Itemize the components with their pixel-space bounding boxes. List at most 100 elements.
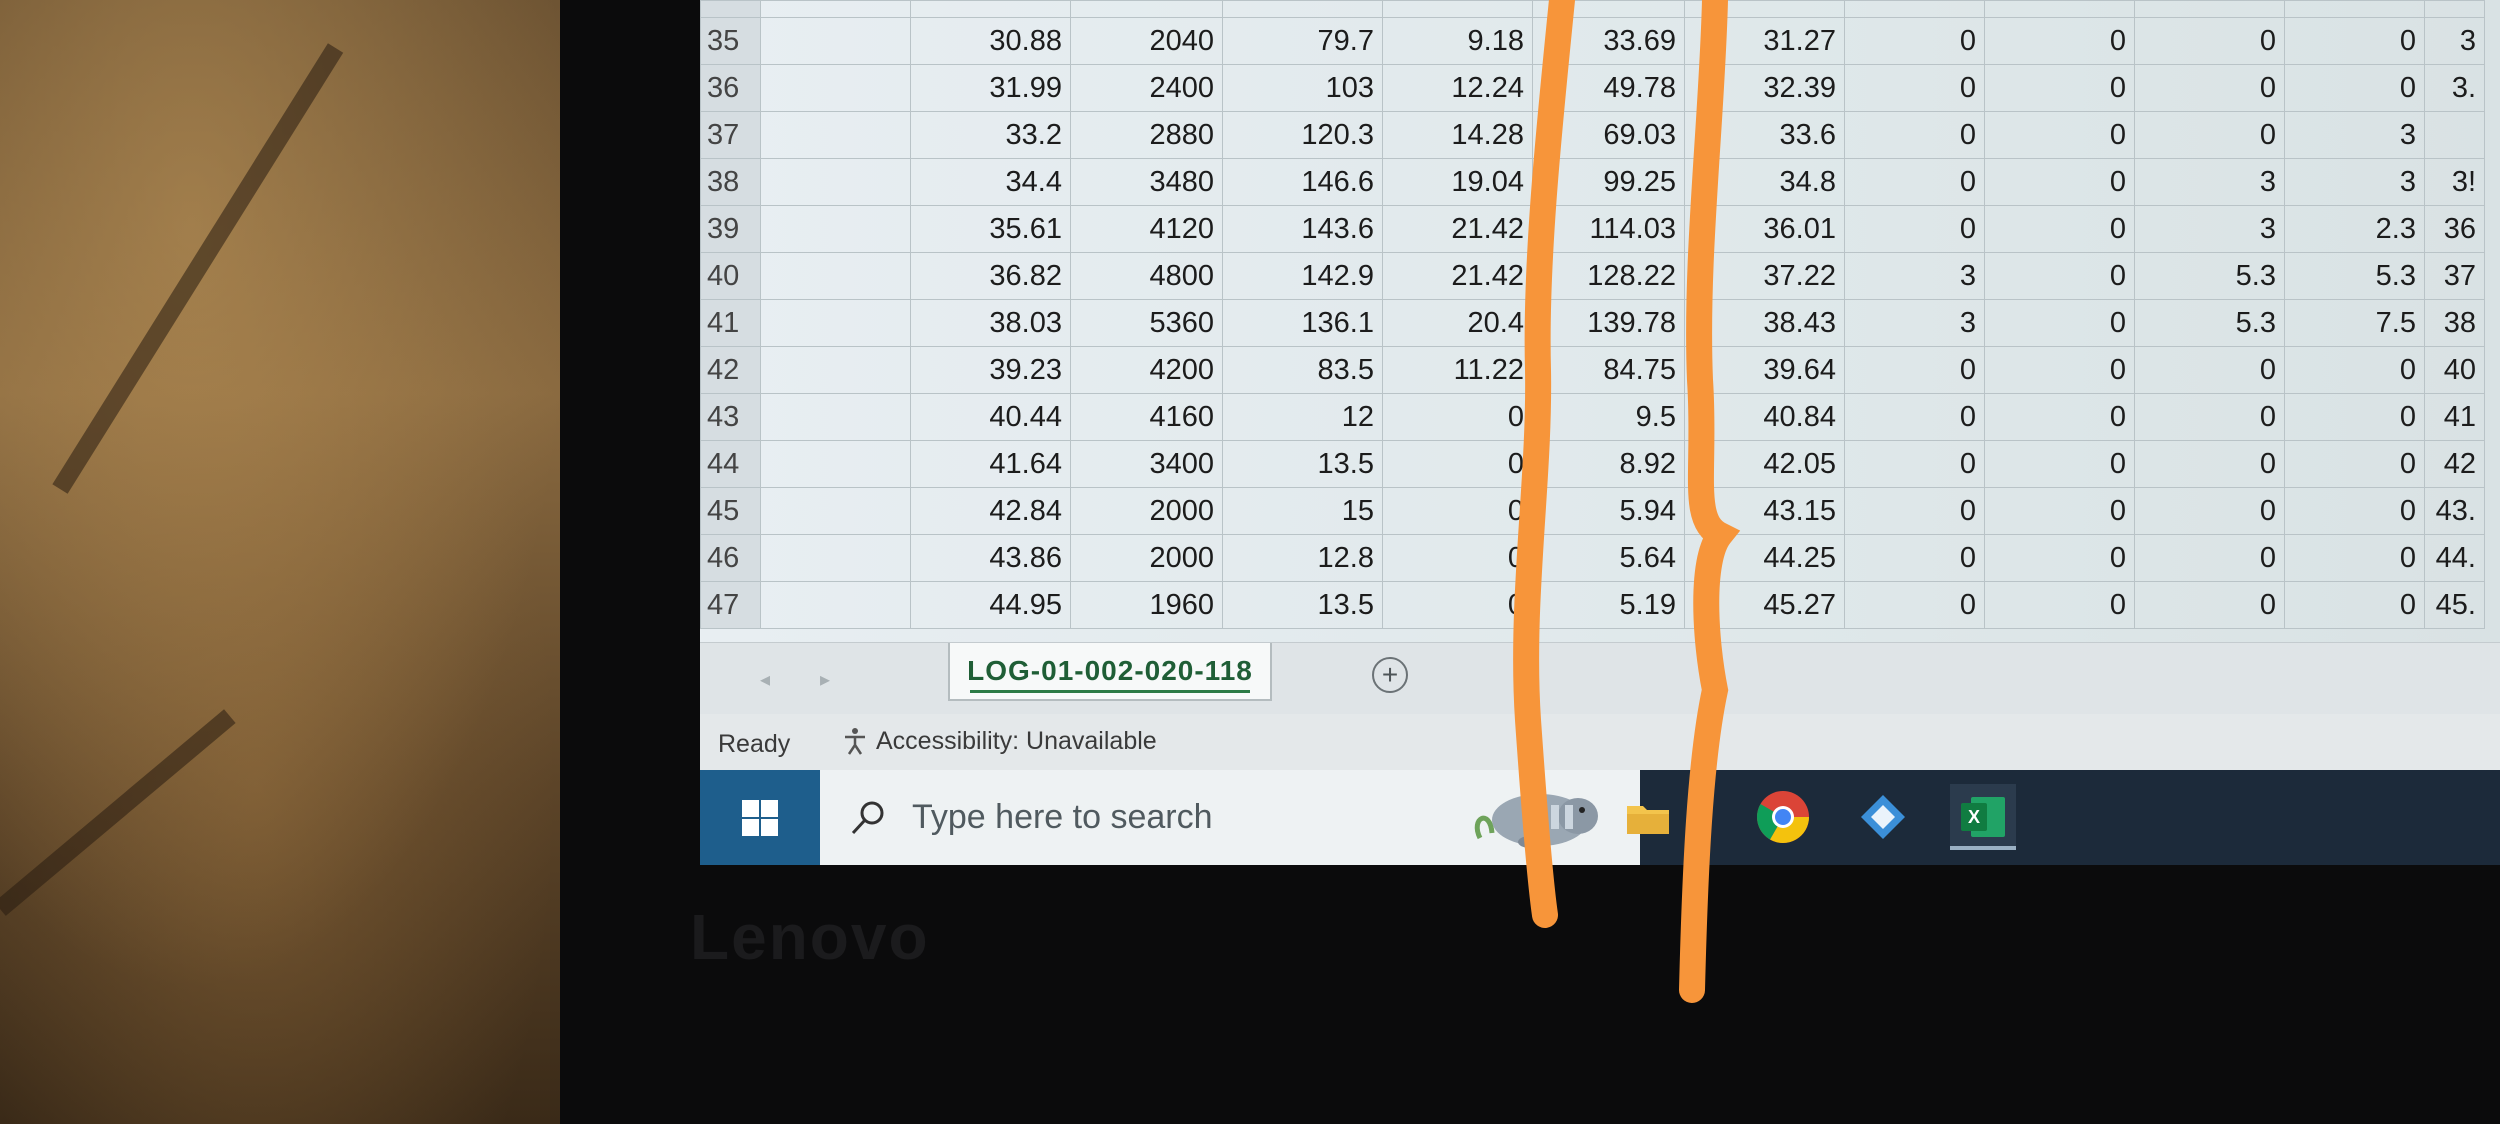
grid-cell[interactable] <box>910 0 1071 18</box>
grid-cell[interactable] <box>760 346 911 394</box>
grid-cell[interactable]: 0 <box>2134 581 2285 629</box>
grid-cell[interactable]: 12.8 <box>1222 534 1383 582</box>
grid-cell[interactable]: 3 <box>2134 158 2285 206</box>
grid-cell[interactable]: 0 <box>2134 17 2285 65</box>
grid-cell[interactable]: 3 <box>2284 158 2425 206</box>
grid-cell[interactable]: 0 <box>1984 440 2135 488</box>
grid-cell[interactable]: 49.78 <box>1532 64 1685 112</box>
grid-cell[interactable] <box>2134 0 2285 18</box>
grid-cell[interactable]: 41 <box>2424 393 2485 441</box>
table-row[interactable]: 40 36.82 4800 142.9 21.42 128.22 37.22 3 0 5.3 5.3… <box>700 252 2485 300</box>
table-row[interactable]: 41 38.03 5360 136.1 20.4 139.78 38.43 3 0 5.3 7.5 3… <box>700 299 2485 347</box>
grid-cell[interactable]: 5.94 <box>1532 487 1685 535</box>
grid-cell[interactable]: 0 <box>2134 534 2285 582</box>
row-header[interactable]: 35 <box>700 17 761 65</box>
row-header[interactable]: 39 <box>700 205 761 253</box>
grid-cell[interactable]: 146.6 <box>1222 158 1383 206</box>
grid-cell[interactable]: 84.75 <box>1532 346 1685 394</box>
grid-cell[interactable]: 5.19 <box>1532 581 1685 629</box>
grid-cell[interactable]: 13.5 <box>1222 440 1383 488</box>
grid-cell[interactable]: 43.86 <box>910 534 1071 582</box>
grid-cell[interactable]: 3480 <box>1070 158 1223 206</box>
grid-cell[interactable]: 39.64 <box>1684 346 1845 394</box>
cortana-button[interactable] <box>1850 784 1916 850</box>
grid-cell[interactable] <box>760 17 911 65</box>
grid-cell[interactable]: 69.03 <box>1532 111 1685 159</box>
grid-cell[interactable]: 5.3 <box>2284 252 2425 300</box>
grid-cell[interactable]: 4120 <box>1070 205 1223 253</box>
start-button[interactable] <box>700 770 820 865</box>
row-header[interactable]: 42 <box>700 346 761 394</box>
grid-cell[interactable] <box>1532 0 1685 18</box>
grid-cell[interactable]: 44.95 <box>910 581 1071 629</box>
grid-cell[interactable]: 3! <box>2424 158 2485 206</box>
grid-cell[interactable]: 5.64 <box>1532 534 1685 582</box>
table-row[interactable]: 38 34.4 3480 146.6 19.04 99.25 34.8 0 0 3 3 3! <box>700 158 2485 206</box>
grid-cell[interactable]: 0 <box>1844 158 1985 206</box>
row-header[interactable]: 36 <box>700 64 761 112</box>
grid-cell[interactable] <box>760 393 911 441</box>
spreadsheet-table[interactable]: 35 30.88 2040 79.7 9.18 33.69 31.27 0 0 0 0 3 36 31.9… <box>700 0 2485 629</box>
grid-cell[interactable]: 38.03 <box>910 299 1071 347</box>
grid-cell[interactable]: 0 <box>1844 17 1985 65</box>
table-row[interactable]: 47 44.95 1960 13.5 0 5.19 45.27 0 0 0 0 45. <box>700 581 2485 629</box>
task-view-button[interactable] <box>1530 784 1596 850</box>
grid-cell[interactable]: 33.2 <box>910 111 1071 159</box>
grid-cell[interactable]: 32.39 <box>1684 64 1845 112</box>
grid-cell[interactable]: 0 <box>2284 487 2425 535</box>
grid-cell[interactable]: 0 <box>1984 111 2135 159</box>
grid-cell[interactable]: 13.5 <box>1222 581 1383 629</box>
grid-cell[interactable] <box>760 487 911 535</box>
grid-cell[interactable]: 0 <box>1984 534 2135 582</box>
grid-cell[interactable] <box>760 252 911 300</box>
grid-cell[interactable] <box>760 111 911 159</box>
table-row[interactable]: 39 35.61 4120 143.6 21.42 114.03 36.01 0 0 3 2.3 36 <box>700 205 2485 253</box>
grid-cell[interactable]: 0 <box>1984 64 2135 112</box>
grid-cell[interactable] <box>760 0 911 18</box>
grid-cell[interactable]: 0 <box>1984 17 2135 65</box>
grid-cell[interactable] <box>1382 0 1533 18</box>
grid-cell[interactable] <box>1222 0 1383 18</box>
grid-cell[interactable] <box>760 534 911 582</box>
grid-cell[interactable]: 39.23 <box>910 346 1071 394</box>
grid-cell[interactable]: 5.3 <box>2134 299 2285 347</box>
grid-cell[interactable]: 30.88 <box>910 17 1071 65</box>
grid-cell[interactable]: 40.84 <box>1684 393 1845 441</box>
grid-cell[interactable]: 0 <box>1984 487 2135 535</box>
grid-cell[interactable]: 79.7 <box>1222 17 1383 65</box>
grid-cell[interactable]: 5.3 <box>2134 252 2285 300</box>
row-header[interactable]: 37 <box>700 111 761 159</box>
grid-cell[interactable]: 2000 <box>1070 534 1223 582</box>
grid-cell[interactable]: 21.42 <box>1382 205 1533 253</box>
grid-cell[interactable]: 2880 <box>1070 111 1223 159</box>
grid-cell[interactable]: 11.22 <box>1382 346 1533 394</box>
grid-cell[interactable]: 0 <box>1984 393 2135 441</box>
grid-cell[interactable]: 41.64 <box>910 440 1071 488</box>
grid-cell[interactable]: 0 <box>1844 534 1985 582</box>
grid-cell[interactable]: 43.15 <box>1684 487 1845 535</box>
grid-cell[interactable]: 45.27 <box>1684 581 1845 629</box>
grid-cell[interactable]: 0 <box>2134 346 2285 394</box>
grid-cell[interactable] <box>760 205 911 253</box>
grid-cell[interactable]: 0 <box>1844 487 1985 535</box>
table-row[interactable]: 35 30.88 2040 79.7 9.18 33.69 31.27 0 0 0 0 3 <box>700 17 2485 65</box>
grid-cell[interactable]: 0 <box>2284 534 2425 582</box>
table-row[interactable]: 36 31.99 2400 103 12.24 49.78 32.39 0 0 0 0 3. <box>700 64 2485 112</box>
grid-cell[interactable]: 0 <box>1382 581 1533 629</box>
grid-cell[interactable]: 0 <box>1382 440 1533 488</box>
grid-cell[interactable] <box>760 158 911 206</box>
grid-cell[interactable]: 42.05 <box>1684 440 1845 488</box>
table-row[interactable]: 46 43.86 2000 12.8 0 5.64 44.25 0 0 0 0 44. <box>700 534 2485 582</box>
grid-cell[interactable]: 2.3 <box>2284 205 2425 253</box>
grid-cell[interactable]: 42.84 <box>910 487 1071 535</box>
row-header[interactable]: 40 <box>700 252 761 300</box>
grid-cell[interactable]: 3 <box>1844 299 1985 347</box>
grid-cell[interactable]: 0 <box>1844 111 1985 159</box>
grid-cell[interactable]: 42 <box>2424 440 2485 488</box>
grid-cell[interactable] <box>760 581 911 629</box>
grid-cell[interactable]: 0 <box>2284 64 2425 112</box>
grid-cell[interactable]: 8.92 <box>1532 440 1685 488</box>
row-header[interactable]: 45 <box>700 487 761 535</box>
grid-cell[interactable]: 0 <box>2284 17 2425 65</box>
taskbar-search-box[interactable]: Type here to search <box>820 770 1640 865</box>
